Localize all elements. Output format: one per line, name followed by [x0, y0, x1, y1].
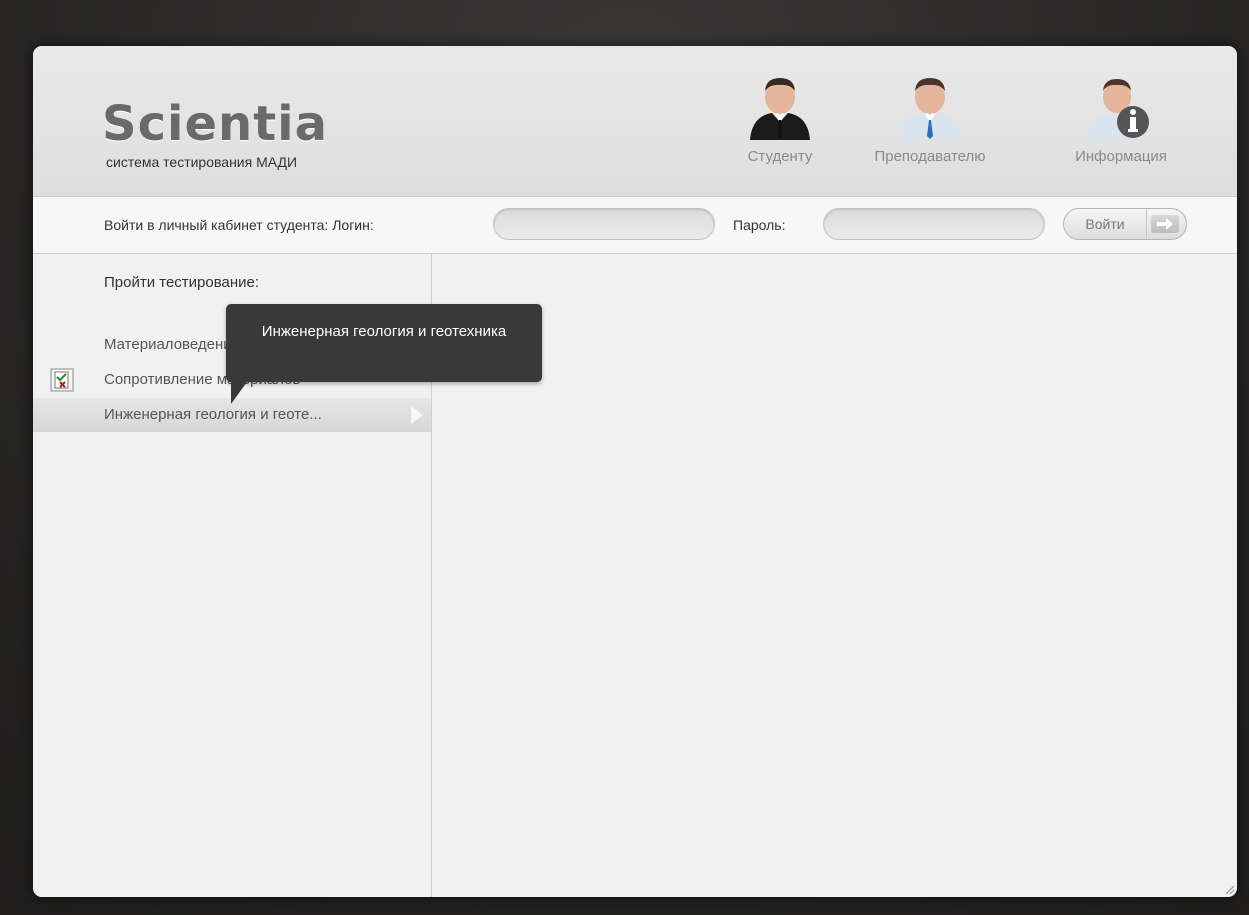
login-caption-text: Войти в личный кабинет студента: [104, 217, 329, 233]
sidebar-title: Пройти тестирование: [104, 274, 260, 291]
selection-pointer-icon [411, 406, 423, 424]
app-window: Scientia система тестирования МАДИ Студе… [33, 46, 1237, 897]
nav-teacher-label: Преподавателю [874, 148, 986, 165]
nav-info-label: Информация [1075, 148, 1167, 165]
resize-grip-icon[interactable] [1223, 883, 1235, 895]
student-icon [750, 78, 810, 140]
teacher-icon [900, 78, 960, 140]
nav-student[interactable]: Студенту [705, 76, 855, 165]
arrow-right-icon [1151, 215, 1179, 233]
sidebar-item-label: Инженерная геология и геоте... [104, 406, 322, 423]
nav-teacher[interactable]: Преподавателю [855, 76, 1005, 165]
test-document-icon [50, 368, 74, 392]
sidebar-item-label: Материаловедение [104, 336, 240, 353]
login-button-label: Войти [1064, 209, 1147, 239]
login-caption: Войти в личный кабинет студента: Логин: [104, 217, 374, 233]
login-input[interactable] [493, 208, 715, 240]
header: Scientia система тестирования МАДИ Студе… [33, 46, 1237, 197]
tagline: система тестирования МАДИ [106, 154, 298, 170]
tooltip-tail [231, 382, 247, 404]
login-button[interactable]: Войти [1063, 208, 1187, 240]
password-input[interactable] [823, 208, 1045, 240]
nav-info[interactable]: Информация [1046, 76, 1196, 165]
logo: Scientia [102, 96, 328, 152]
login-bar: Войти в личный кабинет студента: Логин: … [33, 197, 1237, 254]
tooltip: Инженерная геология и геотехника [226, 304, 542, 382]
login-label: Логин: [332, 217, 374, 233]
info-user-icon [1089, 79, 1149, 140]
nav-student-label: Студенту [747, 148, 813, 165]
password-label: Пароль: [733, 217, 786, 233]
